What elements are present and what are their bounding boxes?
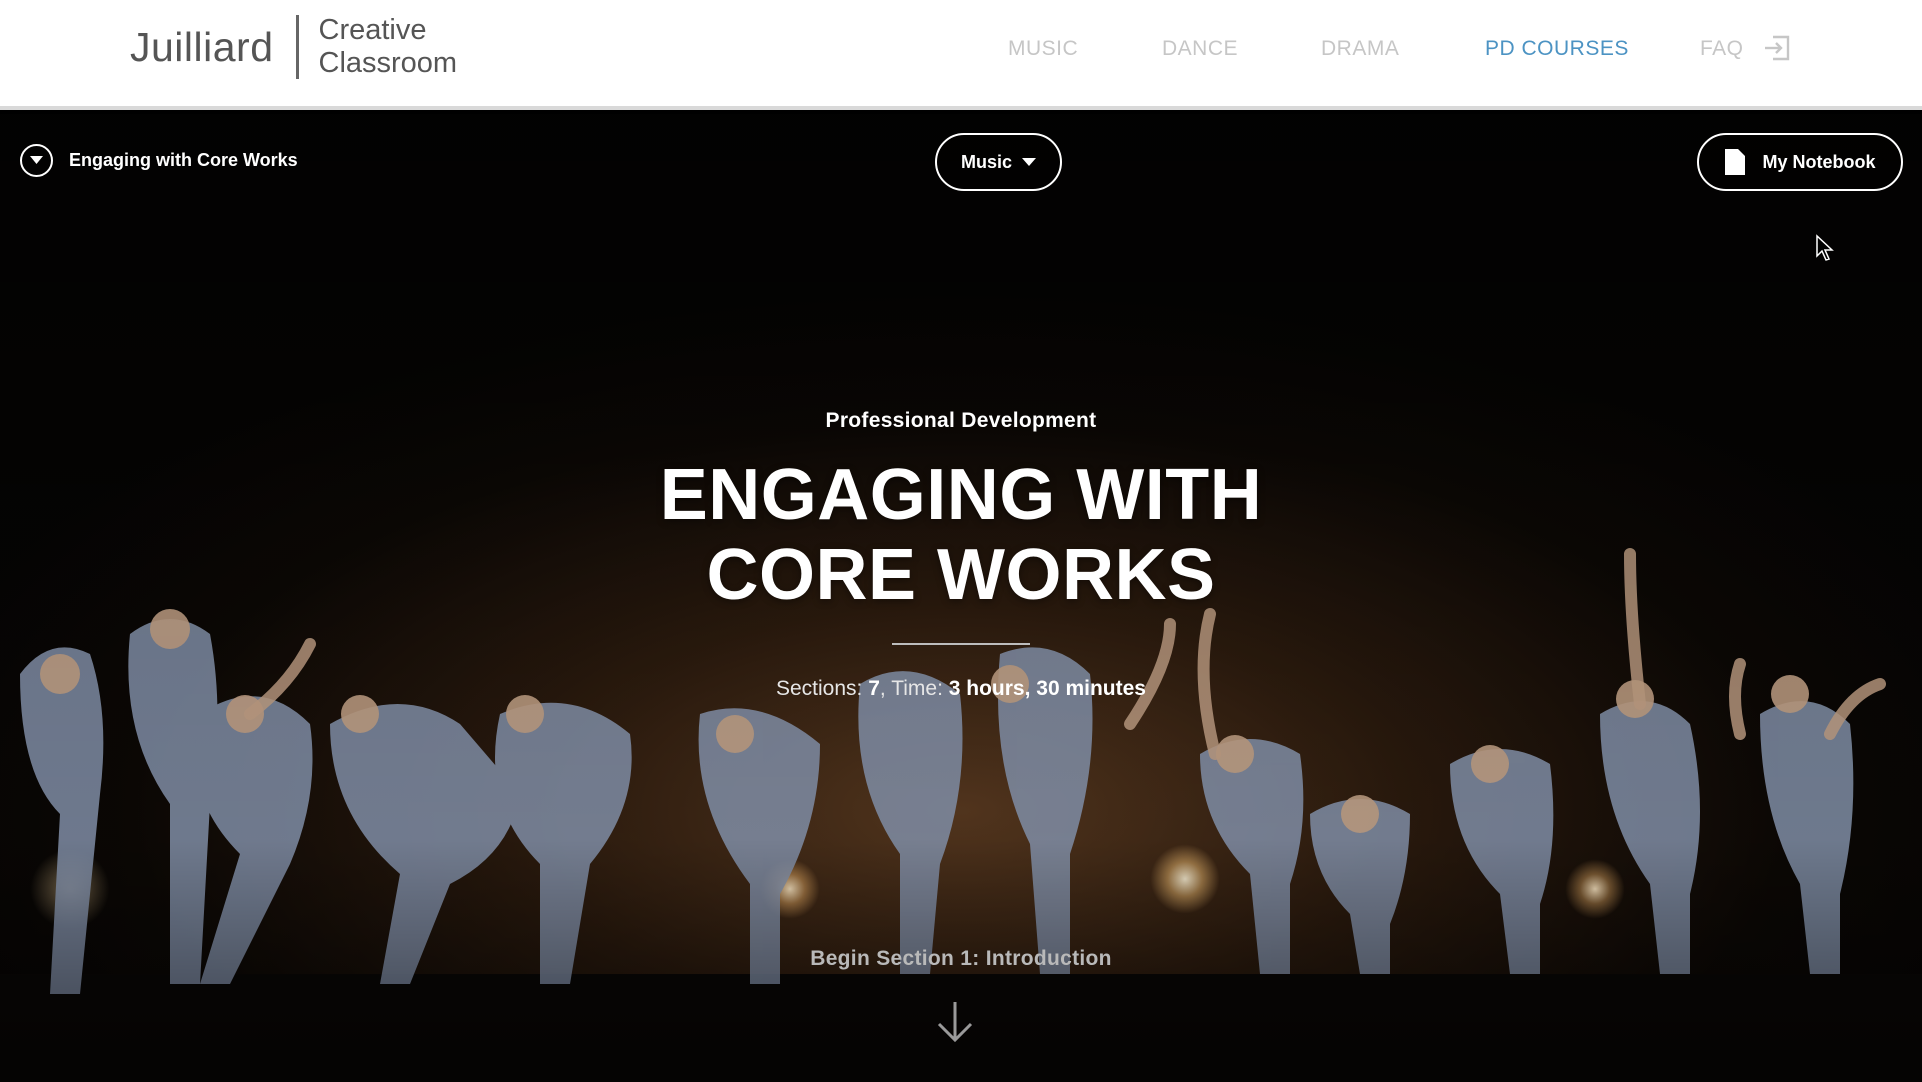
course-meta: Sections: 7, Time: 3 hours, 30 minutes: [0, 677, 1922, 701]
nav-music[interactable]: MUSIC: [1008, 36, 1078, 62]
discipline-select-value: Music: [960, 151, 1012, 172]
nav-pd-courses[interactable]: PD COURSES: [1485, 36, 1629, 62]
sections-label: Sections:: [776, 677, 869, 700]
hero-text-block: Professional Development ENGAGING WITH C…: [0, 409, 1922, 701]
caret-down-icon: [1022, 158, 1036, 166]
course-hero: Engaging with Core Works Music My Notebo…: [0, 114, 1922, 1082]
discipline-select[interactable]: Music: [935, 133, 1062, 191]
sections-count: 7: [868, 677, 880, 700]
begin-section-link[interactable]: Begin Section 1: Introduction: [0, 947, 1922, 971]
nav-drama[interactable]: DRAMA: [1321, 36, 1399, 62]
nav-dance[interactable]: DANCE: [1162, 36, 1238, 62]
course-toggle-label: Engaging with Core Works: [69, 150, 298, 170]
mouse-cursor-icon: [1816, 234, 1834, 261]
nav-faq[interactable]: FAQ: [1700, 36, 1744, 62]
my-notebook-label: My Notebook: [1762, 151, 1876, 172]
course-category: Professional Development: [825, 409, 1097, 432]
time-label: , Time:: [879, 677, 949, 700]
course-title: ENGAGING WITH CORE WORKS: [659, 455, 1263, 615]
arrow-down-icon[interactable]: [931, 998, 979, 1046]
page: Juilliard Creative Classroom MUSIC DANCE…: [0, 0, 1922, 1082]
chevron-down-icon: [20, 144, 53, 177]
course-duration: 3 hours, 30 minutes: [948, 677, 1146, 700]
title-divider: [892, 643, 1030, 645]
my-notebook-button[interactable]: My Notebook: [1697, 133, 1903, 191]
course-menu-toggle[interactable]: Engaging with Core Works: [20, 144, 298, 177]
main-nav: MUSIC DANCE DRAMA PD COURSES FAQ: [0, 36, 1922, 76]
sign-in-icon[interactable]: [1762, 33, 1792, 63]
site-header: Juilliard Creative Classroom MUSIC DANCE…: [0, 0, 1922, 110]
document-icon: [1725, 149, 1746, 175]
